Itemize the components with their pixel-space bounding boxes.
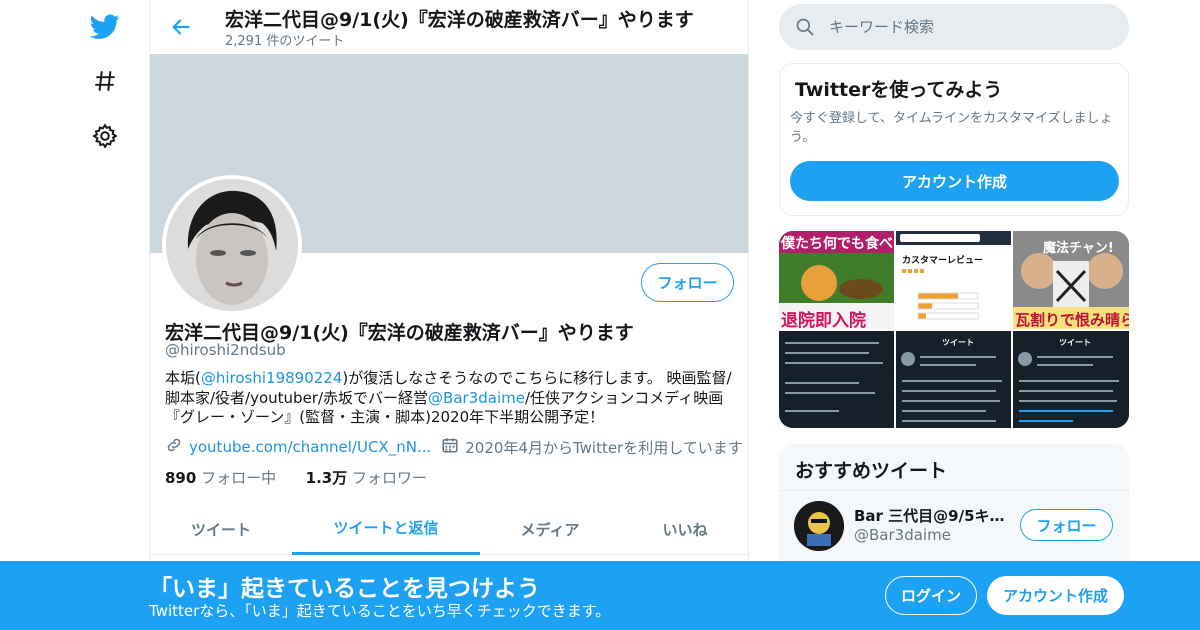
hashtag-icon[interactable] <box>88 64 122 98</box>
left-nav <box>80 0 130 630</box>
search-icon <box>795 17 815 41</box>
thumbnail-caption: 瓦割りで恨み晴ら <box>1015 311 1129 329</box>
follow-button[interactable]: フォロー <box>641 263 734 302</box>
link-icon <box>165 436 183 458</box>
search-input[interactable] <box>829 4 1109 50</box>
gear-icon[interactable] <box>88 119 122 153</box>
media-thumbnail[interactable]: ツイート <box>896 331 1011 428</box>
search-box <box>779 4 1129 50</box>
recommended-user-handle: @Bar3daime <box>854 526 951 544</box>
website-link[interactable]: youtube.com/channel/UCX_nN... <box>189 438 431 456</box>
media-thumbnail[interactable] <box>779 331 894 428</box>
tab-tweets[interactable]: ツイート <box>150 503 292 555</box>
twitter-bird-icon[interactable] <box>88 10 122 44</box>
thumbnail-caption: カスタマーレビュー <box>902 256 984 266</box>
tab-media[interactable]: メディア <box>480 503 620 555</box>
followers-count[interactable]: 1.3万 <box>306 469 348 487</box>
media-grid: 僕たち何でも食べ 退院即入院 カスタマーレビュー 魔法チャン! 瓦割りで恨み晴ら… <box>779 231 1129 428</box>
follow-button[interactable]: フォロー <box>1020 509 1113 541</box>
signup-button[interactable]: アカウント作成 <box>987 576 1124 615</box>
back-arrow-icon[interactable] <box>166 12 196 42</box>
thumbnail-caption: ツイート <box>1059 338 1091 347</box>
thumbnail-caption: 退院即入院 <box>781 311 866 329</box>
banner-title: 「いま」起きていることを見つけよう <box>149 576 540 602</box>
header-title: 宏洋二代目@9/1(火)『宏洋の破産救済バー』やります <box>225 9 694 31</box>
page: 宏洋二代目@9/1(火)『宏洋の破産救済バー』やります 2,291 件のツイート… <box>0 0 1200 630</box>
avatar[interactable] <box>162 175 302 315</box>
media-thumbnail[interactable]: 魔法チャン! 瓦割りで恨み晴ら <box>1013 231 1129 329</box>
profile-meta: youtube.com/channel/UCX_nN... 2020年4月からT… <box>165 436 743 458</box>
avatar-photo <box>166 179 298 311</box>
profile-handle: @hiroshi2ndsub <box>165 341 286 359</box>
tab-likes[interactable]: いいね <box>620 503 748 555</box>
tab-tweets-and-replies[interactable]: ツイートと返信 <box>292 503 480 555</box>
login-button[interactable]: ログイン <box>885 576 977 615</box>
profile-bio: 本垢(@hiroshi19890224)が復活しなさそうなのでこちらに移行します… <box>165 369 735 428</box>
calendar-icon <box>441 436 459 458</box>
thumbnail-caption: 僕たち何でも食べ <box>781 236 893 252</box>
follow-stats: 890 フォロー中 1.3万 フォロワー <box>165 467 427 488</box>
following-label[interactable]: フォロー中 <box>201 469 276 487</box>
joined-date: 2020年4月からTwitterを利用しています <box>465 438 743 457</box>
thumbnail-caption: ツイート <box>942 338 974 347</box>
bio-mention-link[interactable]: @hiroshi19890224 <box>201 369 343 387</box>
create-account-button[interactable]: アカウント作成 <box>790 161 1119 201</box>
media-thumbnail[interactable]: カスタマーレビュー <box>896 231 1011 329</box>
bio-text: 本垢( <box>165 369 201 387</box>
signup-card: Twitterを使ってみよう 今すぐ登録して、タイムラインをカスタマイズしましょ… <box>779 63 1129 216</box>
profile-header-bar: 宏洋二代目@9/1(火)『宏洋の破産救済バー』やります 2,291 件のツイート <box>150 0 748 54</box>
followers-label[interactable]: フォロワー <box>352 469 427 487</box>
following-count[interactable]: 890 <box>165 469 196 487</box>
signup-card-text: 今すぐ登録して、タイムラインをカスタマイズしましょう。 <box>790 111 1113 145</box>
recommended-user-name[interactable]: Bar 三代目@9/5キム... <box>854 505 1014 526</box>
signup-card-title: Twitterを使ってみよう <box>795 79 1003 101</box>
thumbnail-caption: 魔法チャン! <box>1043 241 1114 256</box>
recommended-user[interactable]: Bar 三代目@9/5キム... @Bar3daime フォロー <box>779 490 1129 560</box>
recommended-title: おすすめツイート <box>795 460 948 482</box>
media-thumbnail[interactable]: 僕たち何でも食べ 退院即入院 <box>779 231 894 329</box>
media-thumbnail[interactable]: ツイート <box>1013 331 1129 428</box>
profile-column: 宏洋二代目@9/1(火)『宏洋の破産救済バー』やります 2,291 件のツイート… <box>149 0 749 630</box>
profile-tabs: ツイート ツイートと返信 メディア いいね <box>150 503 748 555</box>
banner-subtitle: Twitterなら、「いま」起きていることをいち早くチェックできます。 <box>149 602 611 620</box>
avatar[interactable] <box>794 501 844 551</box>
tweet-count: 2,291 件のツイート <box>225 34 345 49</box>
signup-banner: 「いま」起きていることを見つけよう Twitterなら、「いま」起きていることを… <box>0 561 1200 630</box>
bio-mention-link[interactable]: @Bar3daime <box>428 389 525 407</box>
